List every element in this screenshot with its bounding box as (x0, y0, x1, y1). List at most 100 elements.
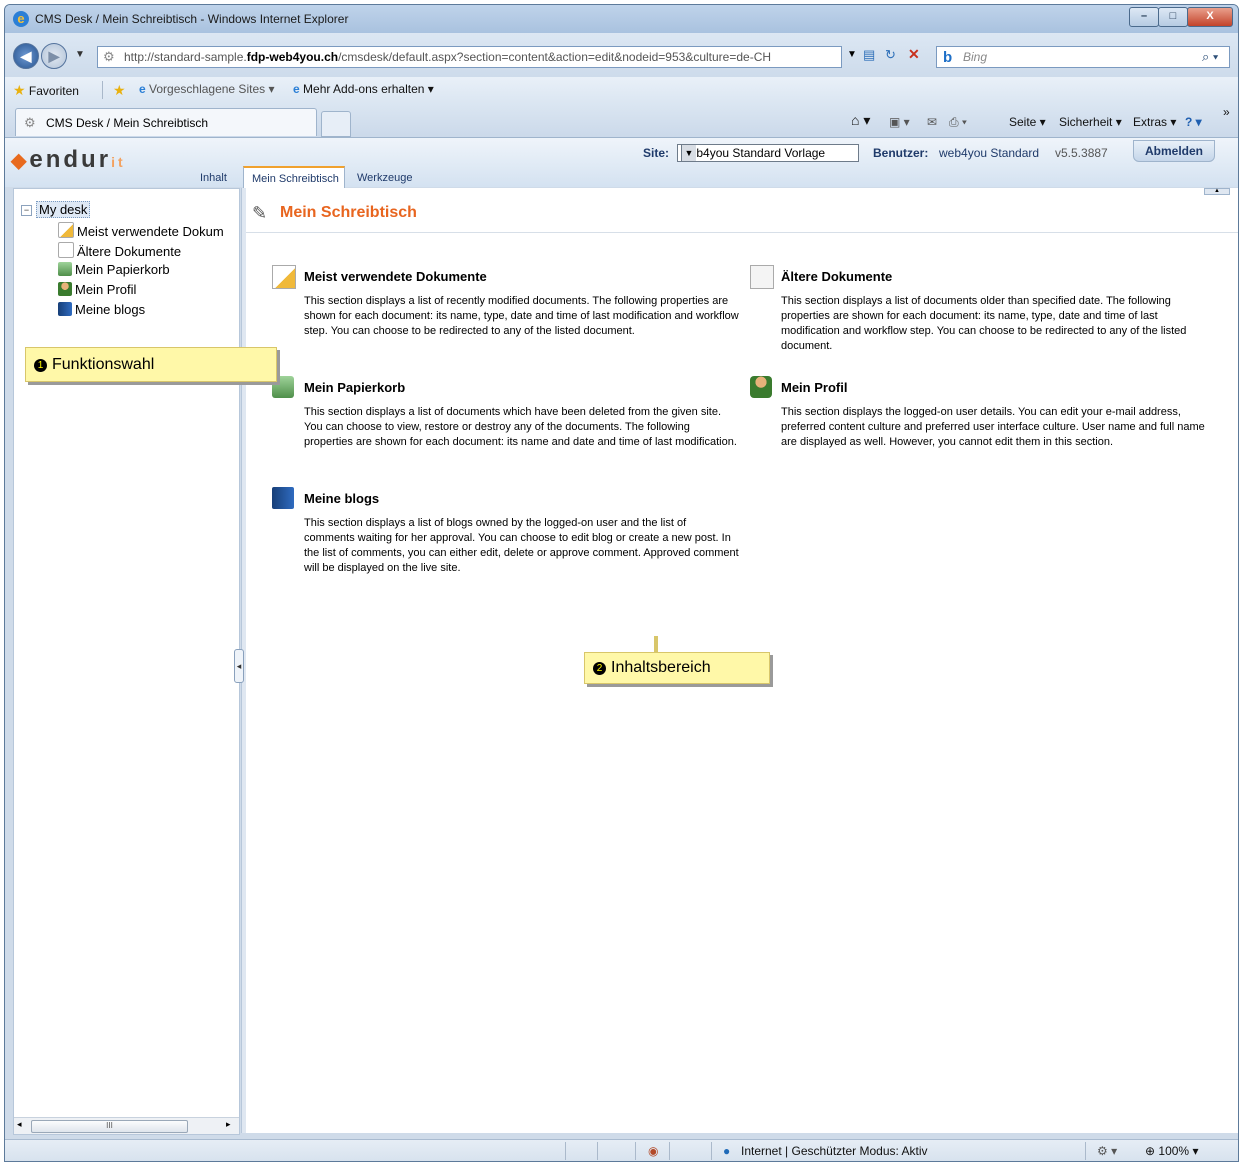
user-profile-icon (58, 282, 72, 296)
user-value: web4you Standard (939, 146, 1040, 160)
divider (669, 1142, 670, 1160)
history-dropdown-icon[interactable]: ▼ (75, 49, 85, 60)
cms-header: ◆endurit Site: web4you Standard Vorlage ▼… (5, 137, 1238, 189)
search-icon[interactable]: ⌕ ▾ (1202, 49, 1218, 65)
tab-tools[interactable]: Werkzeuge (357, 172, 412, 184)
stop-icon[interactable]: ✕ (908, 46, 920, 63)
mail-icon[interactable]: ✉ (927, 115, 937, 129)
address-row: ◀ ▶ ▼ ⚙ http://standard-sample.fdp-web4y… (5, 33, 1238, 77)
protected-mode-icon[interactable]: ⚙ ▾ (1097, 1144, 1117, 1158)
page-title: Mein Schreibtisch (280, 204, 417, 221)
section-text-most-used: This section displays a list of recently… (304, 295, 739, 337)
close-button[interactable]: X (1187, 7, 1233, 27)
logout-button[interactable]: Abmelden (1133, 140, 1215, 162)
search-box[interactable]: b Bing ⌕ ▾ (936, 46, 1230, 68)
section-text-profile: This section displays the logged-on user… (781, 406, 1205, 448)
scroll-right-icon[interactable]: ▸ (226, 1119, 231, 1130)
browser-tab-label: CMS Desk / Mein Schreibtisch (46, 116, 209, 130)
old-document-icon (58, 242, 74, 258)
title-bar: e CMS Desk / Mein Schreibtisch - Windows… (5, 5, 1238, 33)
bing-logo-icon: b (943, 49, 953, 66)
divider (565, 1142, 566, 1160)
collapse-header-button[interactable]: ▲ (1204, 188, 1230, 195)
security-menu[interactable]: Sicherheit ▾ (1059, 115, 1122, 129)
scroll-left-icon[interactable]: ◂ (17, 1119, 22, 1130)
ie-icon: e (139, 82, 146, 96)
zoom-value: 100% (1158, 1144, 1190, 1158)
logo-diamond-icon: ◆ (11, 150, 30, 172)
zoom-level[interactable]: ⊕ 100% ▾ (1145, 1144, 1198, 1158)
version-text: v5.5.3887 (1055, 146, 1108, 160)
callout-label: Inhaltsbereich (611, 659, 711, 676)
address-bar[interactable]: ⚙ http://standard-sample.fdp-web4you.ch/… (97, 46, 842, 68)
callout-number: 2 (593, 662, 606, 675)
chevron-more-icon[interactable]: » (1223, 105, 1230, 119)
favorites-button[interactable]: ★ Favoriten (13, 82, 79, 99)
security-zone-text[interactable]: Internet | Geschützter Modus: Aktiv (741, 1144, 928, 1158)
add-favorite-icon[interactable]: ★ (113, 82, 126, 99)
browser-tab[interactable]: ⚙ CMS Desk / Mein Schreibtisch (15, 108, 317, 136)
blog-book-icon (58, 302, 72, 316)
desk-icon: ✎ (252, 203, 268, 223)
extras-menu[interactable]: Extras ▾ (1133, 115, 1176, 129)
site-label: Site: (643, 146, 670, 160)
back-button[interactable]: ◀ (13, 43, 39, 69)
help-icon[interactable]: ? ▾ (1185, 115, 1202, 129)
suggested-sites-link[interactable]: e Vorgeschlagene Sites ▾ (139, 82, 274, 96)
maximize-button[interactable]: □ (1158, 7, 1188, 27)
divider (1085, 1142, 1086, 1160)
old-document-icon (750, 265, 774, 289)
tree-item-recycle-bin[interactable]: Mein Papierkorb (58, 262, 170, 277)
search-input[interactable]: Bing (963, 50, 987, 64)
page-menu[interactable]: Seite ▾ (1009, 115, 1046, 129)
new-tab-button[interactable] (321, 111, 351, 137)
horizontal-scrollbar[interactable]: ◂ III ▸ (14, 1117, 239, 1134)
callout-function-selection: 1 Funktionswahl (25, 347, 277, 382)
tree-item-label: Mein Profil (75, 282, 137, 297)
section-text-old-documents: This section displays a list of document… (781, 295, 1187, 352)
address-dropdown-icon[interactable]: ▼ (847, 49, 857, 60)
section-title-profile[interactable]: Mein Profil (781, 380, 847, 395)
blog-book-icon (272, 487, 294, 509)
recycle-bin-icon (58, 262, 72, 276)
addons-link[interactable]: e Mehr Add-ons erhalten ▾ (293, 82, 434, 96)
chevron-down-icon: ▼ (681, 145, 696, 161)
divider (635, 1142, 636, 1160)
site-select-value: web4you Standard Vorlage (681, 146, 826, 160)
ie-icon: e (13, 11, 29, 27)
section-text-blogs: This section displays a list of blogs ow… (304, 517, 739, 574)
page-icon: ⚙ (103, 49, 115, 64)
divider (102, 81, 103, 99)
privacy-icon[interactable]: ◉ (648, 1144, 658, 1158)
tree-item-label: Meine blogs (75, 302, 146, 317)
status-bar: ◉ ● Internet | Geschützter Modus: Aktiv … (5, 1139, 1238, 1161)
forward-button[interactable]: ▶ (41, 43, 67, 69)
print-icon[interactable]: ⎙ ▾ (949, 115, 967, 130)
site-select[interactable]: web4you Standard Vorlage ▼ (677, 144, 859, 162)
home-icon[interactable]: ⌂ ▾ (851, 112, 870, 129)
tree-item-old-documents[interactable]: Ältere Dokumente (58, 242, 181, 259)
section-title-most-used[interactable]: Meist verwendete Dokumente (304, 269, 487, 284)
section-title-blogs[interactable]: Meine blogs (304, 491, 379, 506)
compatibility-icon[interactable]: ▤ (863, 47, 875, 63)
section-title-old-documents[interactable]: Ältere Dokumente (781, 269, 892, 284)
tree-item-label: Mein Papierkorb (75, 262, 170, 277)
address-url[interactable]: http://standard-sample.fdp-web4you.ch/cm… (124, 50, 771, 64)
section-title-recycle-bin[interactable]: Mein Papierkorb (304, 380, 405, 395)
minimize-button[interactable]: – (1129, 7, 1159, 27)
tab-my-desk[interactable]: Mein Schreibtisch (243, 166, 345, 189)
feeds-icon[interactable]: ▣ ▾ (889, 115, 910, 129)
collapse-toggle[interactable]: − (21, 205, 32, 216)
divider (711, 1142, 712, 1160)
tree-item-profile[interactable]: Mein Profil (58, 282, 136, 297)
scrollbar-thumb[interactable]: III (31, 1120, 188, 1133)
tree-item-most-used[interactable]: Meist verwendete Dokum (58, 222, 224, 239)
collapse-pane-button[interactable]: ◂ (234, 649, 244, 683)
refresh-icon[interactable]: ↻ (885, 47, 896, 63)
callout-pointer (654, 636, 658, 653)
callout-content-area: 2 Inhaltsbereich (584, 652, 770, 684)
tree-root-my-desk[interactable]: My desk (36, 201, 91, 218)
tab-content[interactable]: Inhalt (200, 172, 227, 184)
edit-document-icon (272, 265, 296, 289)
tree-item-blogs[interactable]: Meine blogs (58, 302, 145, 317)
